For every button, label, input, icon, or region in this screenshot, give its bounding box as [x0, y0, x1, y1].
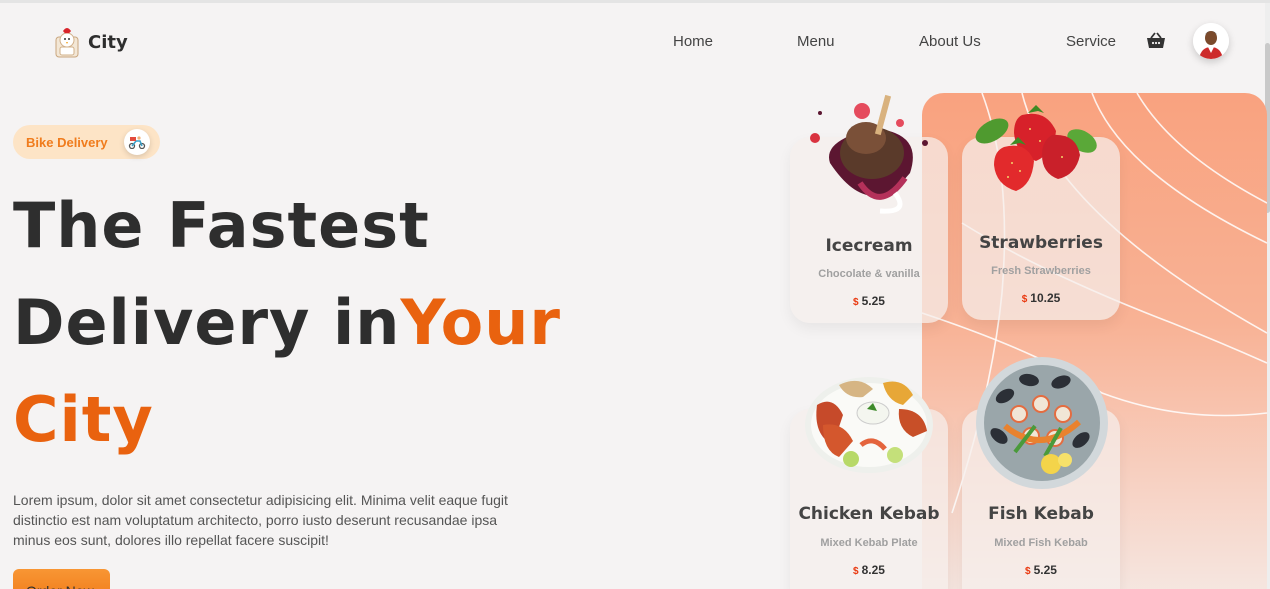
nav-menu[interactable]: Menu — [797, 33, 835, 50]
headline-dark-text: Delivery in — [13, 286, 401, 359]
card-price: $10.25 — [962, 291, 1120, 305]
card-title: Chicken Kebab — [798, 504, 940, 524]
chef-chicken-logo-icon — [55, 28, 79, 58]
brand-logo[interactable]: City — [52, 25, 128, 59]
brand-name: City — [88, 31, 128, 53]
currency-symbol: $ — [853, 566, 859, 577]
fish-kebab-image — [976, 357, 1108, 489]
headline-accent-your: Your — [400, 286, 561, 359]
currency-symbol: $ — [853, 297, 859, 308]
nav-home[interactable]: Home — [673, 33, 713, 50]
price-value: 8.25 — [861, 563, 885, 577]
strawberries-image — [975, 105, 1097, 191]
card-subtitle: Fresh Strawberries — [991, 265, 1091, 277]
card-subtitle: Mixed Fish Kebab — [994, 537, 1088, 549]
badge-label: Bike Delivery — [26, 134, 108, 150]
card-title: Fish Kebab — [988, 504, 1094, 524]
card-subtitle: Chocolate & vanilla — [818, 268, 920, 280]
price-value: 5.25 — [1033, 563, 1057, 577]
user-portrait-icon — [1193, 23, 1229, 59]
nav-service[interactable]: Service — [1066, 33, 1116, 50]
user-avatar[interactable] — [1193, 23, 1229, 59]
card-subtitle: Mixed Kebab Plate — [820, 537, 918, 549]
hero-headline-line2: Delivery inYour — [13, 292, 561, 354]
hero-description: Lorem ipsum, dolor sit amet consectetur … — [13, 492, 508, 548]
bike-delivery-badge: Bike Delivery — [13, 125, 160, 159]
currency-symbol: $ — [1025, 566, 1031, 577]
site-header: City Home Menu About Us Service — [0, 3, 1270, 83]
basket-icon[interactable] — [1146, 32, 1166, 50]
card-title: Icecream — [825, 236, 913, 256]
currency-symbol: $ — [1021, 294, 1028, 305]
card-price: $5.25 — [962, 563, 1120, 577]
card-title: Strawberries — [979, 233, 1103, 253]
chicken-kebab-image — [805, 377, 933, 473]
nav-about-us[interactable]: About Us — [919, 33, 981, 50]
headline-accent-city: City — [13, 383, 154, 456]
hero-headline-line1: The Fastest — [13, 189, 430, 262]
card-price: $5.25 — [790, 294, 948, 308]
delivery-scooter-icon — [124, 129, 150, 155]
order-now-button[interactable]: Order Now — [13, 569, 110, 589]
card-price: $8.25 — [790, 563, 948, 577]
price-value: 10.25 — [1030, 291, 1061, 305]
price-value: 5.25 — [861, 294, 885, 308]
icecream-image — [810, 94, 928, 214]
